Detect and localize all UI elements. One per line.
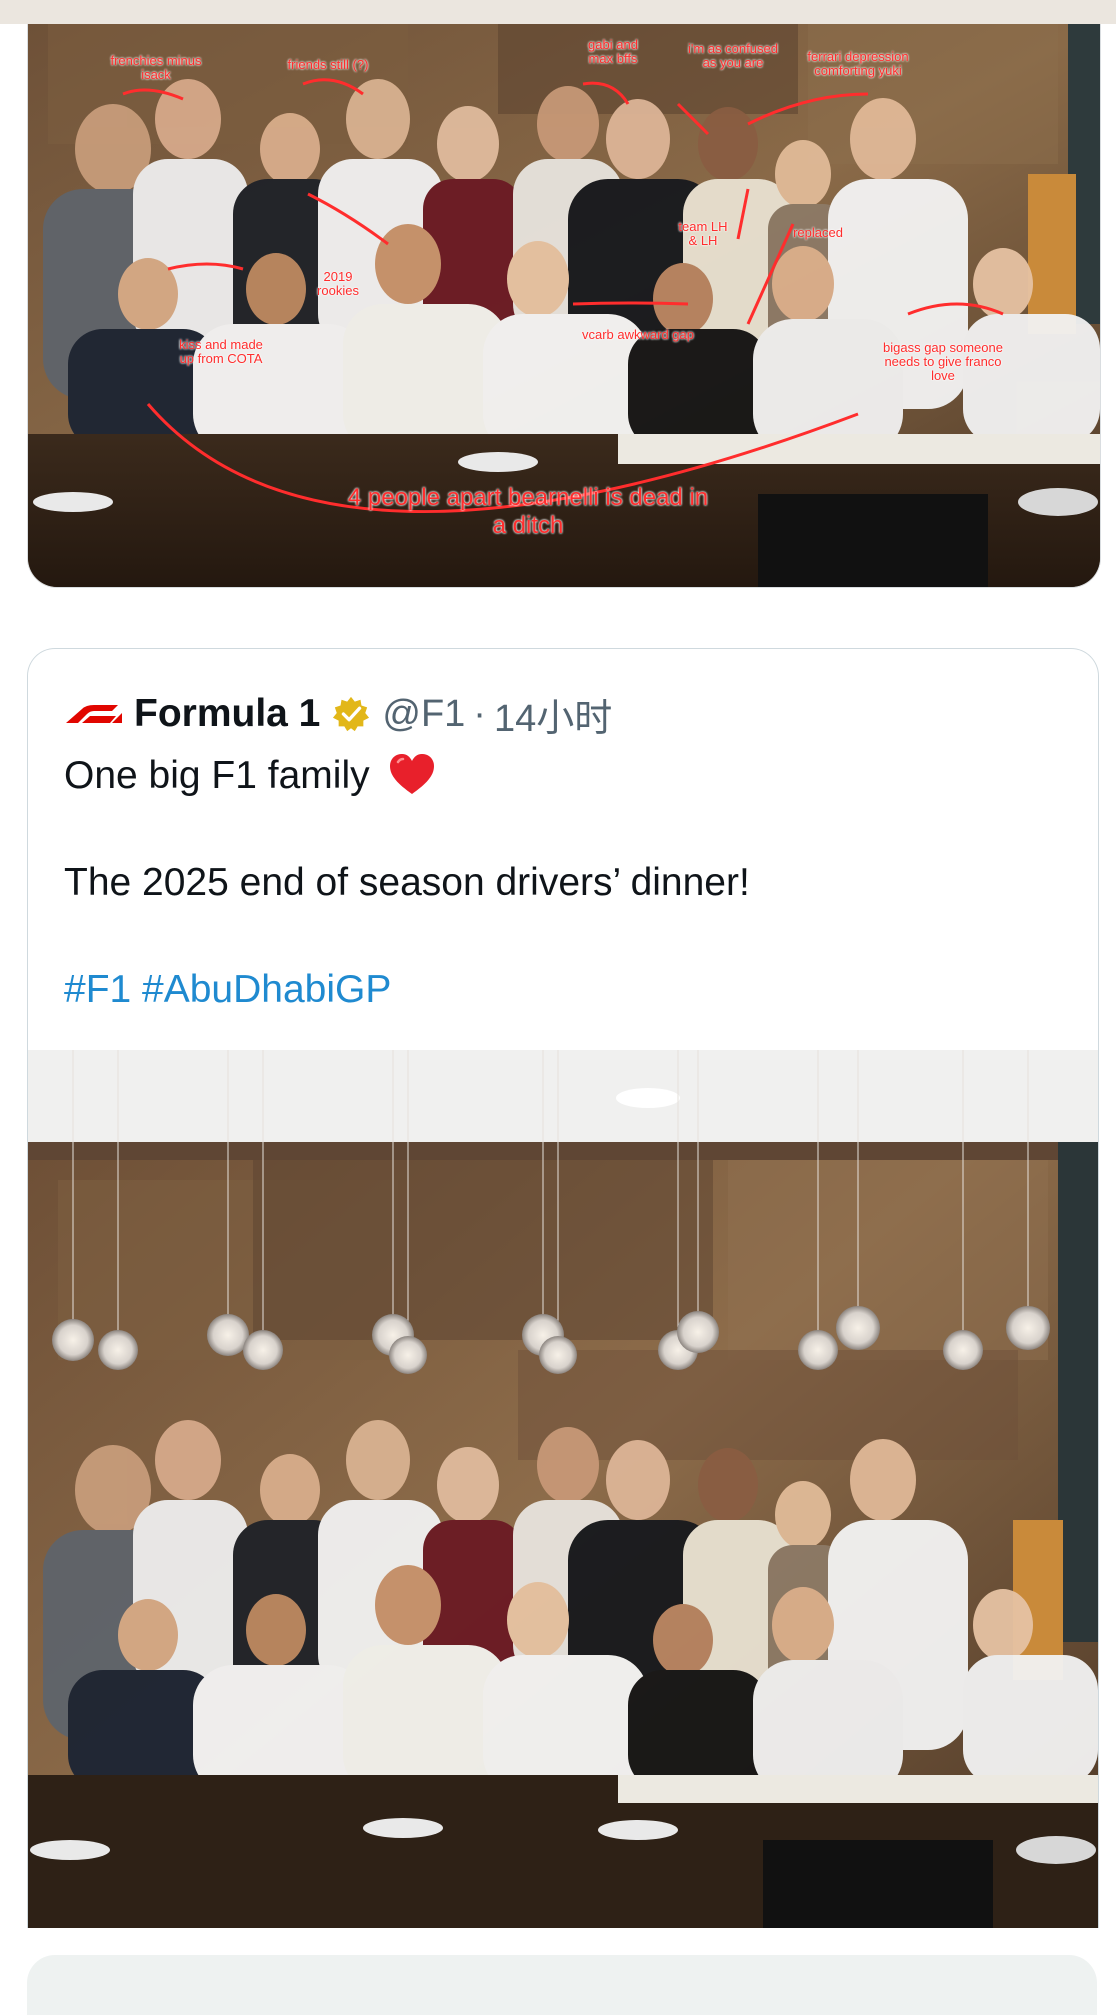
quoted-tweet-text: One big F1 family The 2025 end of season… bbox=[64, 749, 1064, 1016]
annotation-label: friends still (?) bbox=[287, 57, 369, 72]
annotation-label: vcarb awkward gap bbox=[582, 327, 694, 342]
annotation-label: gabi and max bffs bbox=[588, 37, 638, 66]
annotation-label: bigass gap someone needs to give franco … bbox=[883, 340, 1003, 383]
annotation-label: kiss and made up from COTA bbox=[179, 337, 263, 366]
f1-logo-icon bbox=[66, 705, 122, 723]
annotation-label: 4 people apart bearnelli is dead in a di… bbox=[347, 484, 709, 539]
annotation-label: i'm as confused as you are bbox=[688, 41, 778, 70]
annotation-label: team LH & LH bbox=[678, 219, 728, 248]
tweet-photo-image bbox=[28, 1050, 1098, 1929]
next-card-edge bbox=[27, 1955, 1097, 2015]
annotated-photo[interactable]: frenchies minus isack friends still (?) … bbox=[27, 24, 1101, 588]
tweet-time[interactable]: 14小时 bbox=[494, 687, 612, 742]
top-strip bbox=[0, 0, 1116, 24]
tweet-text-line: The 2025 end of season drivers’ dinner! bbox=[64, 861, 750, 904]
tweet-text-line: One big F1 family bbox=[64, 754, 370, 797]
verified-badge-icon bbox=[333, 696, 370, 732]
red-heart-icon bbox=[390, 754, 435, 794]
quoted-tweet-header: Formula 1 @F1 · 14小时 bbox=[64, 687, 612, 742]
annotation-label: 2019 rookies bbox=[317, 269, 359, 298]
tweet-meta: @F1 · 14小时 bbox=[382, 687, 612, 742]
author-name[interactable]: Formula 1 bbox=[134, 692, 320, 736]
author-handle[interactable]: @F1 bbox=[382, 693, 465, 736]
meta-separator: · bbox=[473, 692, 486, 735]
tweet-photo[interactable] bbox=[28, 1050, 1098, 1929]
annotation-label: ferrari depression comforting yuki bbox=[807, 49, 909, 78]
tweet-hashtags[interactable]: #F1 #AbuDhabiGP bbox=[64, 963, 1064, 1016]
quoted-tweet-card[interactable]: Formula 1 @F1 · 14小时 One big F1 family T… bbox=[27, 648, 1099, 1929]
annotation-label: replaced bbox=[793, 225, 843, 240]
annotation-label: frenchies minus isack bbox=[110, 53, 202, 82]
